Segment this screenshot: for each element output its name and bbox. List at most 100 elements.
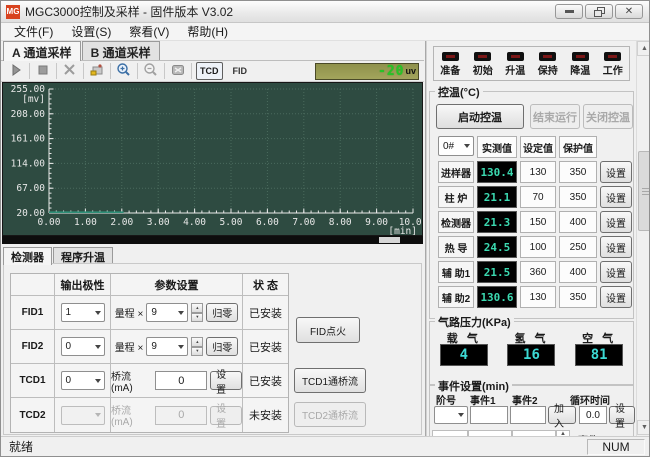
event-step-select[interactable] bbox=[434, 406, 468, 424]
cycle-set-button[interactable]: 设置 bbox=[609, 406, 635, 424]
temp-set-value[interactable]: 70 bbox=[520, 186, 556, 208]
scroll-down-arrow-icon[interactable]: ▼ bbox=[637, 420, 650, 435]
minimize-button[interactable] bbox=[555, 4, 583, 19]
cycle-time-input[interactable]: 0.0 bbox=[579, 406, 607, 424]
zoom-in-button[interactable] bbox=[113, 62, 135, 80]
toolbar: TCDFID-20uv bbox=[1, 60, 424, 82]
spinner-down-icon[interactable]: ▼ bbox=[191, 313, 203, 323]
led-indicator-icon bbox=[442, 52, 459, 61]
zoom-out-button[interactable] bbox=[140, 62, 162, 80]
temp-set-button-3[interactable]: 设置 bbox=[600, 236, 632, 258]
range-spinner-fid2[interactable]: ▲▼ bbox=[191, 337, 203, 356]
event-add-button[interactable]: 加入 bbox=[548, 406, 576, 424]
colors-button[interactable] bbox=[86, 62, 108, 80]
spinner-down-icon[interactable]: ▼ bbox=[191, 347, 203, 357]
chevron-down-icon bbox=[458, 413, 464, 417]
led-light bbox=[511, 55, 520, 58]
led-label: 准备 bbox=[440, 62, 460, 77]
range-select-fid1[interactable]: 9 bbox=[146, 303, 188, 322]
led-indicator-icon bbox=[539, 52, 556, 61]
start-temp-button[interactable]: 启动控温 bbox=[436, 104, 524, 129]
polarity-select-fid2[interactable]: 0 bbox=[61, 337, 105, 356]
menu-item-settings[interactable]: 设置(S) bbox=[62, 22, 120, 41]
minimize-icon bbox=[565, 10, 574, 13]
tcd-toggle-button[interactable]: TCD bbox=[196, 62, 223, 80]
detector-name: TCD2 bbox=[11, 398, 55, 432]
temp-control-group: 控温(°C) 启动控温结束运行关闭控温 0#实测值设定值保护值进样器130.41… bbox=[429, 91, 634, 319]
svg-text:161.00: 161.00 bbox=[11, 134, 46, 145]
temp-protect-value[interactable]: 400 bbox=[559, 211, 597, 233]
temp-set-value[interactable]: 150 bbox=[520, 211, 556, 233]
vertical-scrollbar[interactable]: ▲ ▼ bbox=[636, 41, 650, 436]
detector-row-tcd2: TCD2桥流(mA)0设置未安装 bbox=[11, 398, 288, 432]
start-button[interactable] bbox=[5, 62, 27, 80]
led-indicator-icon bbox=[604, 52, 621, 61]
tab-temp-program[interactable]: 程序升温 bbox=[53, 247, 113, 264]
temp-protect-value[interactable]: 400 bbox=[559, 261, 597, 283]
zoom-in-icon bbox=[116, 62, 132, 81]
temp-actual-display: 21.1 bbox=[477, 186, 517, 208]
temp-control-title: 控温(°C) bbox=[435, 84, 483, 100]
set-button-tcd1[interactable]: 设置 bbox=[210, 371, 242, 390]
svg-text:114.00: 114.00 bbox=[11, 158, 46, 169]
fid-ignite-button[interactable]: FID点火 bbox=[296, 317, 360, 343]
temp-set-button-4[interactable]: 设置 bbox=[600, 261, 632, 283]
led-label: 工作 bbox=[603, 62, 623, 77]
close-button[interactable]: ✕ bbox=[615, 4, 643, 19]
temp-protect-value[interactable]: 350 bbox=[559, 286, 597, 308]
temp-zone-label: 辅 助1 bbox=[438, 261, 474, 283]
events-col-event2: 事件2 bbox=[512, 392, 538, 407]
temp-set-value[interactable]: 360 bbox=[520, 261, 556, 283]
temp-actual-display: 130.4 bbox=[477, 161, 517, 183]
menu-item-view[interactable]: 察看(V) bbox=[120, 22, 178, 41]
restore-button[interactable] bbox=[585, 4, 613, 19]
svg-text:208.00: 208.00 bbox=[11, 109, 46, 120]
polarity-select-fid1[interactable]: 1 bbox=[61, 303, 105, 322]
header-status: 状 态 bbox=[243, 274, 288, 295]
tab-channel-a[interactable]: A 通道采样 bbox=[3, 41, 81, 61]
led-light bbox=[478, 55, 487, 58]
temp-protect-value[interactable]: 350 bbox=[559, 186, 597, 208]
tcd1-bridge-button[interactable]: TCD1通桥流 bbox=[294, 368, 366, 393]
range-select-fid2[interactable]: 9 bbox=[146, 337, 188, 356]
led-label: 升温 bbox=[505, 62, 525, 77]
temp-zone-label: 辅 助2 bbox=[438, 286, 474, 308]
event2-input[interactable] bbox=[510, 406, 546, 424]
spinner-up-icon[interactable]: ▲ bbox=[191, 337, 203, 347]
zoom-out-icon bbox=[143, 62, 159, 81]
temp-set-button-0[interactable]: 设置 bbox=[600, 161, 632, 183]
svg-text:1.00: 1.00 bbox=[74, 217, 97, 228]
zero-button-fid1[interactable]: 归零 bbox=[206, 303, 238, 322]
menu-item-file[interactable]: 文件(F) bbox=[5, 22, 62, 41]
unit-select[interactable]: 0# bbox=[438, 136, 474, 156]
temp-set-button-2[interactable]: 设置 bbox=[600, 211, 632, 233]
temp-protect-value[interactable]: 250 bbox=[559, 236, 597, 258]
range-spinner-fid1[interactable]: ▲▼ bbox=[191, 303, 203, 322]
restore-view-button[interactable] bbox=[167, 62, 189, 80]
event1-input[interactable] bbox=[470, 406, 508, 424]
scrollbar-thumb[interactable] bbox=[638, 151, 650, 231]
window-title: MGC3000控制及采样 - 固件版本 V3.02 bbox=[25, 3, 233, 20]
title-bar[interactable]: MG MGC3000控制及采样 - 固件版本 V3.02 ✕ bbox=[1, 1, 649, 23]
temp-set-button-5[interactable]: 设置 bbox=[600, 286, 632, 308]
polarity-select-tcd1[interactable]: 0 bbox=[61, 371, 105, 390]
fid-toggle-button[interactable]: FID bbox=[233, 66, 248, 76]
clear-button[interactable] bbox=[59, 62, 81, 80]
svg-text:[min]: [min] bbox=[388, 226, 417, 235]
menu-item-help[interactable]: 帮助(H) bbox=[178, 22, 237, 41]
spinner-up-icon[interactable]: ▲ bbox=[191, 303, 203, 313]
tab-detector[interactable]: 检测器 bbox=[3, 247, 52, 265]
tab-channel-b[interactable]: B 通道采样 bbox=[82, 41, 160, 60]
scroll-up-arrow-icon[interactable]: ▲ bbox=[637, 41, 650, 56]
gas-pressure-display: 4 bbox=[440, 344, 488, 366]
temp-set-button-1[interactable]: 设置 bbox=[600, 186, 632, 208]
temp-set-value[interactable]: 130 bbox=[520, 161, 556, 183]
stop-button[interactable] bbox=[32, 62, 54, 80]
temp-protect-value[interactable]: 350 bbox=[559, 161, 597, 183]
temp-set-value[interactable]: 130 bbox=[520, 286, 556, 308]
led-item-1: 初始 bbox=[473, 52, 493, 77]
temp-set-value[interactable]: 100 bbox=[520, 236, 556, 258]
zero-button-fid2[interactable]: 归零 bbox=[206, 337, 238, 356]
bridge-current-input-tcd1[interactable]: 0 bbox=[155, 371, 207, 390]
led-label: 降温 bbox=[570, 62, 590, 77]
